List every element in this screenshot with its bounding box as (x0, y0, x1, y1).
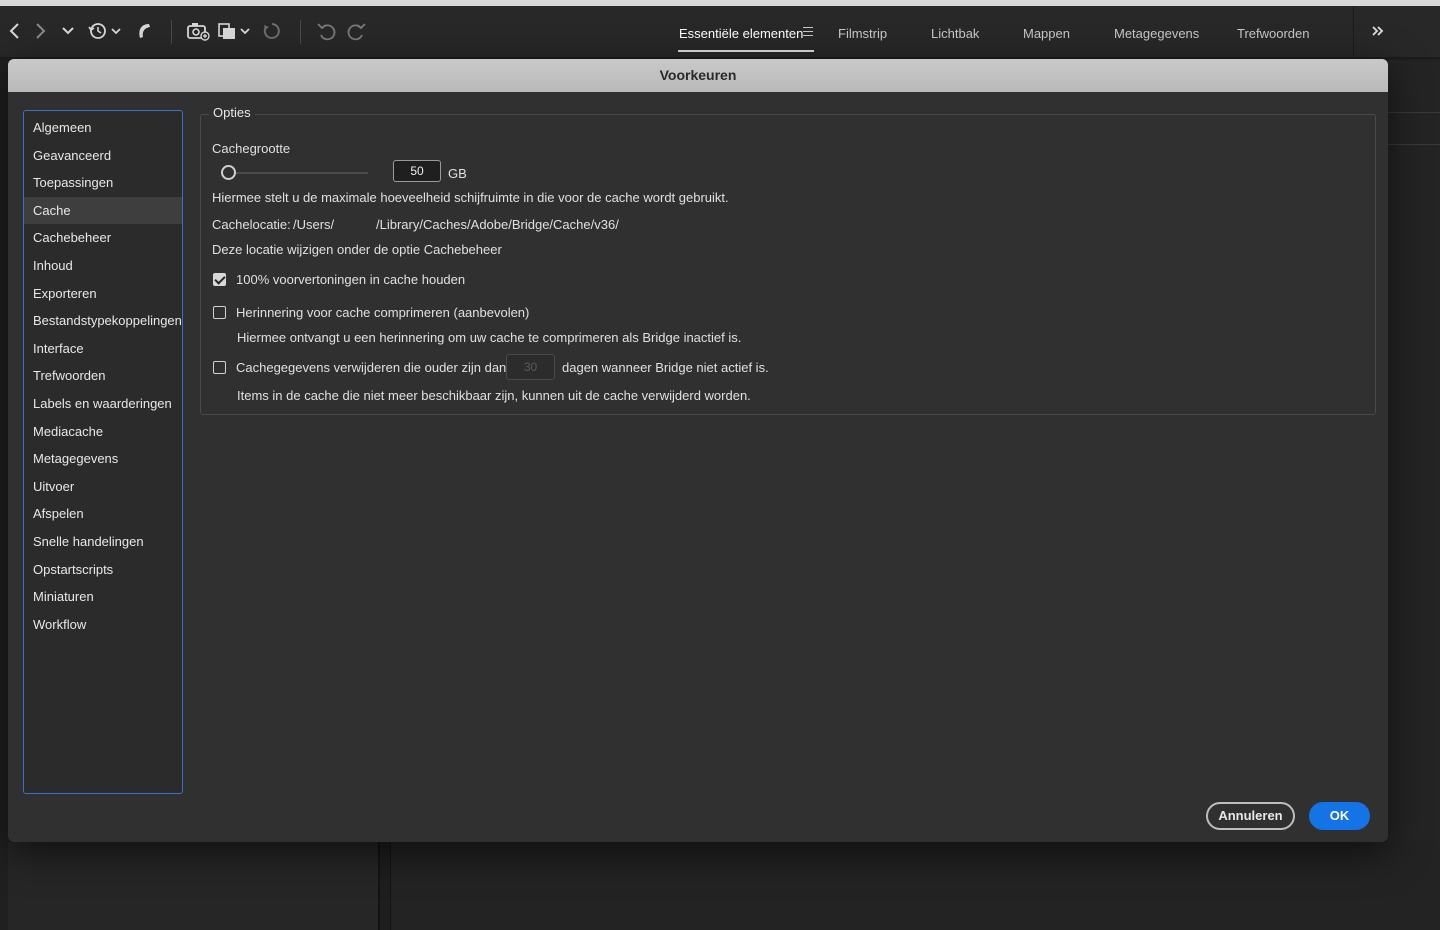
sidebar-item-toepassingen[interactable]: Toepassingen (24, 169, 182, 197)
toolbar-separator (1353, 6, 1354, 58)
recent-history-icon[interactable] (86, 18, 124, 44)
overflow-chevrons-icon[interactable] (1370, 18, 1386, 44)
cache-size-slider-track[interactable] (233, 172, 368, 174)
cache-size-description: Hiermee stelt u de maximale hoeveelheid … (212, 190, 729, 205)
cache-size-slider-thumb[interactable] (221, 165, 236, 180)
workspace-menu-icon[interactable] (803, 27, 813, 39)
sidebar-item-cachebeheer[interactable]: Cachebeheer (24, 224, 182, 252)
cache-location-label: Cachelocatie: (212, 217, 291, 232)
chevron-down-icon[interactable] (61, 18, 75, 44)
sidebar-item-opstartscripts[interactable]: Opstartscripts (24, 556, 182, 584)
cache-size-label: Cachegrootte (212, 141, 291, 156)
sidebar-item-algemeen[interactable]: Algemeen (24, 114, 182, 142)
background-bottom-left-panel (8, 842, 380, 930)
forward-arrow-icon[interactable] (33, 18, 49, 44)
sidebar-item-metagegevens[interactable]: Metagegevens (24, 445, 182, 473)
compress-reminder-label[interactable]: Herinnering voor cache comprimeren (aanb… (236, 305, 529, 320)
app-toolbar: Essentiële elementen Filmstrip Lichtbak … (0, 6, 1440, 58)
ok-button[interactable]: OK (1309, 802, 1370, 830)
toolbar-separator (171, 20, 172, 44)
copy-stack-icon[interactable] (216, 18, 252, 44)
options-group: Opties Cachegrootte GB Hiermee stelt u d… (200, 105, 1376, 415)
background-bottom-right-panel (390, 842, 1440, 930)
toolbar-separator (300, 20, 301, 44)
rotate-right-icon[interactable] (344, 18, 368, 44)
workspace-tab-folders[interactable]: Mappen (1023, 26, 1070, 41)
purge-cache-label-before[interactable]: Cachegegevens verwijderen die ouder zijn… (236, 360, 506, 375)
sidebar-item-cache[interactable]: Cache (24, 196, 182, 225)
sidebar-item-uitvoer[interactable]: Uitvoer (24, 473, 182, 501)
compress-reminder-checkbox[interactable] (213, 306, 226, 319)
boomerang-icon[interactable] (134, 18, 154, 44)
workspace-tab-filmstrip[interactable]: Filmstrip (838, 26, 887, 41)
sidebar-item-workflow[interactable]: Workflow (24, 611, 182, 639)
sidebar-item-trefwoorden[interactable]: Trefwoorden (24, 362, 182, 390)
sidebar-item-miniaturen[interactable]: Miniaturen (24, 583, 182, 611)
active-tab-underline (678, 50, 814, 52)
rotate-left-icon[interactable] (315, 18, 339, 44)
workspace-tab-lightbox[interactable]: Lichtbak (931, 26, 979, 41)
preferences-dialog: Voorkeuren Algemeen Geavanceerd Toepassi… (8, 59, 1388, 842)
keep-previews-checkbox[interactable] (213, 273, 226, 286)
cache-location-note: Deze locatie wijzigen onder de optie Cac… (212, 242, 502, 257)
options-legend: Opties (209, 105, 255, 120)
sidebar-item-afspelen[interactable]: Afspelen (24, 500, 182, 528)
camera-import-icon[interactable] (185, 18, 211, 44)
cache-size-input[interactable] (393, 160, 441, 182)
compress-reminder-description: Hiermee ontvangt u een herinnering om uw… (237, 330, 742, 345)
sidebar-item-exporteren[interactable]: Exporteren (24, 280, 182, 308)
purge-days-input[interactable] (506, 354, 555, 380)
background-right-panel (1388, 60, 1440, 842)
sidebar-item-interface[interactable]: Interface (24, 335, 182, 363)
purge-cache-description: Items in de cache die niet meer beschikb… (237, 388, 751, 403)
workspace-tab-keywords[interactable]: Trefwoorden (1237, 26, 1310, 41)
purge-cache-label-after: dagen wanneer Bridge niet actief is. (562, 360, 769, 375)
preferences-category-list: Algemeen Geavanceerd Toepassingen Cache … (23, 110, 183, 794)
keep-previews-label[interactable]: 100% voorvertoningen in cache houden (236, 272, 465, 287)
cache-size-unit: GB (448, 166, 467, 181)
sidebar-item-labels-en-waarderingen[interactable]: Labels en waarderingen (24, 390, 182, 418)
cancel-button[interactable]: Annuleren (1206, 802, 1295, 830)
sidebar-item-snelle-handelingen[interactable]: Snelle handelingen (24, 528, 182, 556)
sidebar-item-inhoud[interactable]: Inhoud (24, 252, 182, 280)
sidebar-item-mediacache[interactable]: Mediacache (24, 418, 182, 446)
workspace-tab-metadata[interactable]: Metagegevens (1114, 26, 1199, 41)
workspace-tab-essentials[interactable]: Essentiële elementen (679, 26, 803, 41)
cache-location-user: /Users/ (293, 217, 335, 232)
refine-icon[interactable] (261, 18, 283, 44)
background-left-panel (0, 60, 8, 930)
sidebar-item-geavanceerd[interactable]: Geavanceerd (24, 142, 182, 170)
back-arrow-icon[interactable] (6, 18, 22, 44)
cache-location-path: /Library/Caches/Adobe/Bridge/Cache/v36/ (376, 217, 619, 232)
sidebar-item-bestandstypekoppelingen[interactable]: Bestandstypekoppelingen (24, 307, 182, 335)
dialog-title: Voorkeuren (8, 59, 1388, 92)
purge-cache-checkbox[interactable] (213, 361, 226, 374)
